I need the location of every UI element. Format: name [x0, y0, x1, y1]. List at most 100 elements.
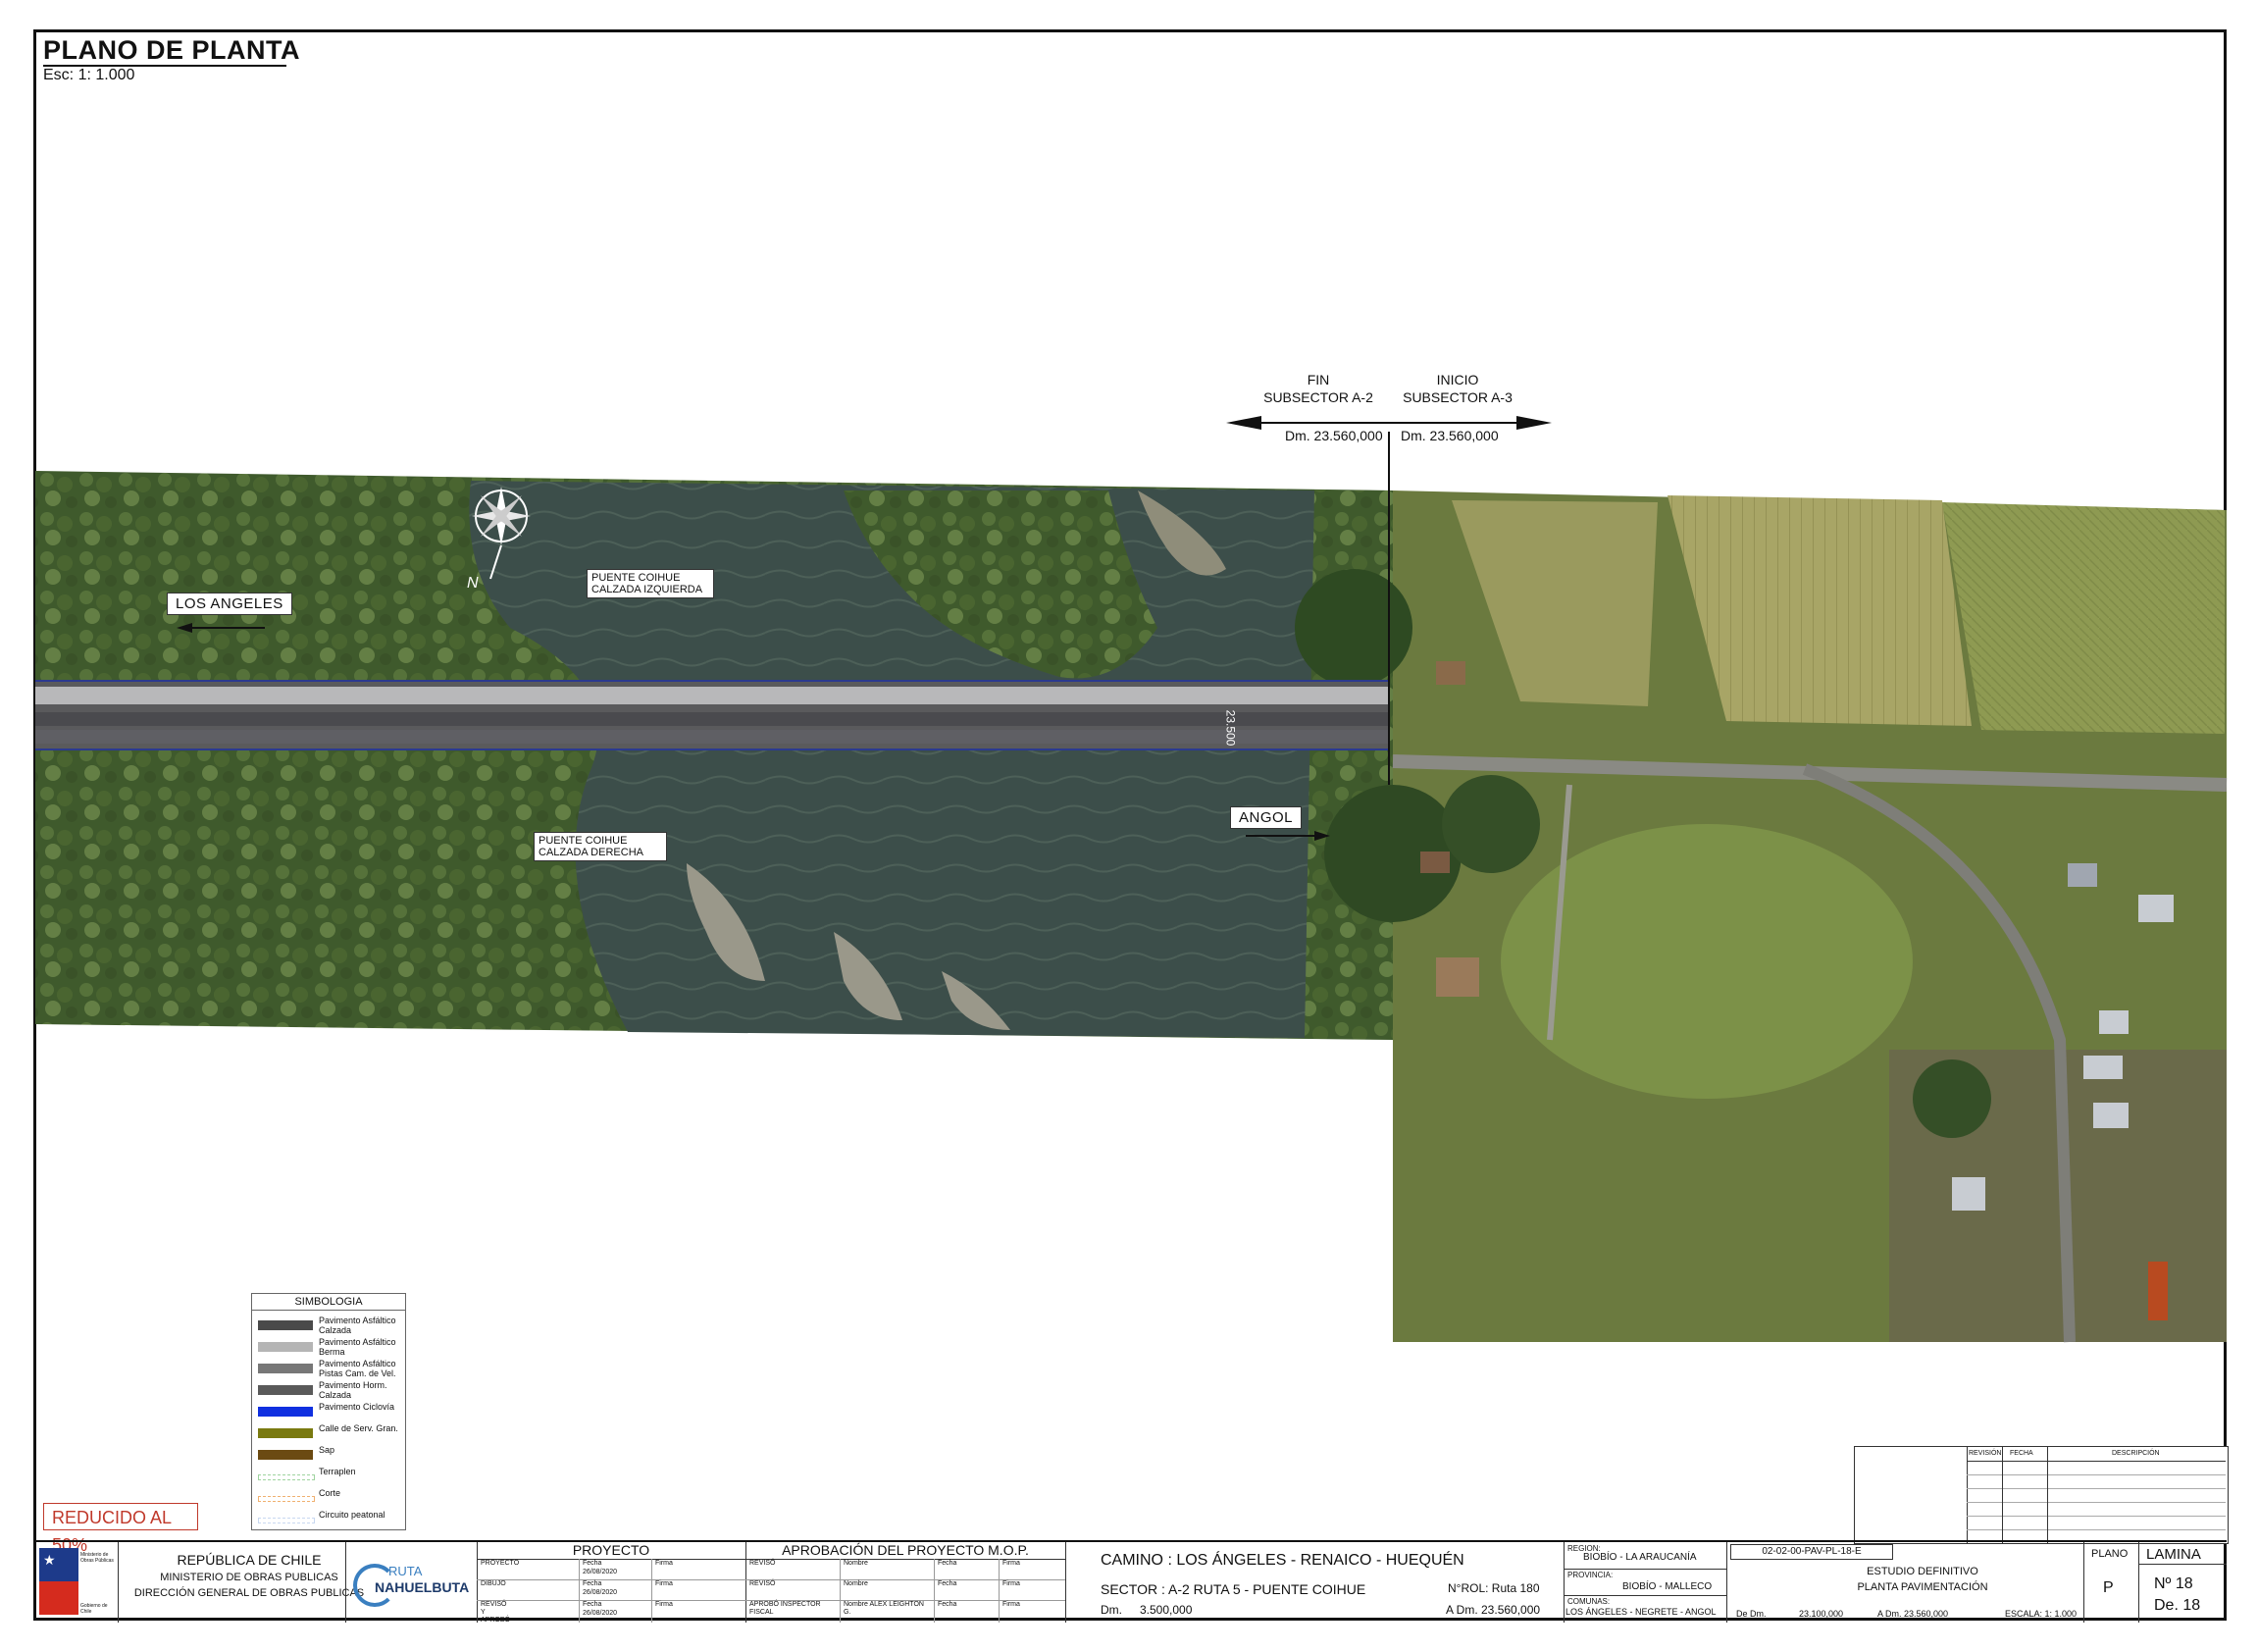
rev-col-revision: REVISIÓN	[1969, 1450, 2002, 1457]
legend-label: Pavimento Asfáltico Pistas Cam. de Vel.	[319, 1359, 396, 1378]
station-label: 23.500	[1223, 709, 1238, 747]
aprob-nombre: Nombre	[844, 1580, 868, 1587]
de-dm-value: 23.100,000	[1799, 1609, 1844, 1619]
comunas-value: LOS ÁNGELES - NEGRETE - ANGOL	[1565, 1607, 1717, 1617]
house	[1436, 957, 1479, 997]
proyecto-role: DIBUJO	[481, 1580, 506, 1587]
legend-item: Pavimento Asfáltico Berma	[258, 1337, 403, 1359]
aprob-role: REVISÓ	[749, 1560, 776, 1567]
proyecto-fecha: 26/08/2020	[583, 1569, 618, 1575]
rev-col-fecha: FECHA	[2010, 1450, 2033, 1457]
highway-lane	[35, 687, 1389, 704]
legend-item: Pavimento Asfáltico Pistas Cam. de Vel.	[258, 1359, 403, 1380]
inicio-marker: INICIO SUBSECTOR A-3	[1399, 371, 1516, 406]
highway-lane	[35, 730, 1389, 744]
provincia-value: BIOBÍO - MALLECO	[1622, 1581, 1713, 1592]
aprob-fecha: Fecha	[938, 1580, 957, 1587]
inicio-label: INICIO	[1436, 372, 1479, 387]
proyecto-header: PROYECTO	[572, 1542, 650, 1558]
sector-label: SECTOR : A-2 RUTA 5 - PUENTE COIHUE	[1101, 1581, 1366, 1597]
north-label: N	[467, 575, 479, 592]
legend-item: Pavimento Ciclovía	[258, 1402, 403, 1423]
legend: SIMBOLOGIA Pavimento Asfáltico Calzada Pa…	[251, 1293, 406, 1530]
inicio-subsector-label: SUBSECTOR A-3	[1403, 389, 1513, 405]
legend-title: SIMBOLOGIA	[252, 1294, 405, 1311]
house	[1436, 661, 1465, 685]
legend-swatch	[258, 1450, 313, 1460]
dm-right-label: Dm. 23.560,000	[1401, 428, 1499, 443]
aprob-firma: Firma	[1002, 1580, 1020, 1587]
legend-item: Circuito peatonal	[258, 1510, 403, 1531]
arrow-left-icon	[1226, 416, 1261, 430]
puente-derecha-label: PUENTE COIHUE CALZADA DERECHA	[534, 832, 667, 861]
lamina-total: De. 18	[2154, 1597, 2201, 1614]
org-line3: DIRECCIÓN GENERAL DE OBRAS PUBLICAS	[133, 1587, 365, 1599]
legend-swatch	[258, 1342, 313, 1352]
aprob-firma: Firma	[1002, 1601, 1020, 1608]
aprobacion-header: APROBACIÓN DEL PROYECTO M.O.P.	[782, 1542, 1029, 1558]
dm-value: 3.500,000	[1140, 1603, 1193, 1617]
angol-label: ANGOL	[1230, 806, 1303, 829]
proyecto-fecha: 26/08/2020	[583, 1589, 618, 1596]
proyecto-fecha: 26/08/2020	[583, 1610, 618, 1617]
fin-label: FIN	[1307, 372, 1330, 387]
reducido-label: REDUCIDO AL 50%	[43, 1503, 198, 1555]
fin-subsector-label: SUBSECTOR A-2	[1263, 389, 1373, 405]
legend-item: Terraplen	[258, 1467, 403, 1488]
legend-label: Corte	[319, 1488, 341, 1498]
house	[2138, 895, 2174, 922]
legend-item: Corte	[258, 1488, 403, 1510]
house	[1420, 852, 1450, 873]
proyecto-fecha-label: Fecha	[583, 1580, 602, 1587]
aprob-fecha: Fecha	[938, 1601, 957, 1608]
legend-swatch	[258, 1364, 313, 1373]
proyecto-firma: Firma	[655, 1601, 673, 1608]
highway-lane	[35, 712, 1389, 726]
aprob-nombre: Nombre	[844, 1560, 868, 1567]
arrow-right-icon	[1516, 416, 1552, 430]
house	[2099, 1010, 2129, 1034]
estudio-label: ESTUDIO DEFINITIVO	[1867, 1566, 1978, 1577]
legend-label: Pavimento Asfáltico Berma	[319, 1337, 396, 1357]
aprob-role: REVISÓ	[749, 1580, 776, 1587]
camino-label: CAMINO : LOS ÁNGELES - RENAICO - HUEQUÉN	[1101, 1552, 1464, 1569]
org-line1: REPÚBLICA DE CHILE	[177, 1552, 322, 1568]
title-block: ★ Ministerio de Obras Públicas Gobierno …	[33, 1540, 2227, 1624]
a-dm-label: A Dm. 23.560,000	[1446, 1603, 1541, 1617]
fin-marker: FIN SUBSECTOR A-2	[1259, 371, 1377, 406]
dm-left-label: Dm. 23.560,000	[1285, 428, 1383, 443]
rol-label: N°ROL: Ruta 180	[1448, 1581, 1540, 1595]
legend-label: Pavimento Asfáltico Calzada	[319, 1316, 396, 1335]
los-angeles-label: LOS ANGELES	[167, 593, 292, 615]
aprob-role: APROBÓ INSPECTOR FISCAL	[749, 1601, 821, 1616]
legend-label: Pavimento Ciclovía	[319, 1402, 395, 1412]
legend-label: Calle de Serv. Gran.	[319, 1423, 398, 1433]
escala-value: ESCALA: 1: 1.000	[2005, 1609, 2078, 1619]
org-line2: MINISTERIO DE OBRAS PUBLICAS	[160, 1572, 338, 1583]
legend-item: Sap	[258, 1445, 403, 1467]
aprob-nombre: Nombre ALEX LEIGHTON G.	[844, 1601, 924, 1616]
house	[2148, 1262, 2168, 1320]
brand-logo: RUTA NAHUELBUTA	[353, 1560, 471, 1607]
puente-izquierda-label: PUENTE COIHUE CALZADA IZQUIERDA	[587, 569, 714, 598]
legend-swatch	[258, 1496, 315, 1502]
crop-field	[1942, 502, 2225, 734]
legend-label: Circuito peatonal	[319, 1510, 385, 1520]
proyecto-firma: Firma	[655, 1580, 673, 1587]
plan-code: 02-02-00-PAV-PL-18-E	[1730, 1544, 1893, 1560]
legend-swatch	[258, 1407, 313, 1417]
proyecto-fecha-label: Fecha	[583, 1560, 602, 1567]
house	[1952, 1177, 1985, 1211]
legend-label: Terraplen	[319, 1467, 356, 1476]
aprob-fecha: Fecha	[938, 1560, 957, 1567]
rev-col-descripcion: DESCRIPCIÓN	[2112, 1450, 2160, 1457]
star-icon: ★	[43, 1552, 56, 1568]
lamina-number: Nº 18	[2154, 1575, 2193, 1592]
house	[2093, 1103, 2129, 1128]
house	[2068, 863, 2097, 887]
proyecto-fecha-label: Fecha	[583, 1601, 602, 1608]
a-dm2-value: A Dm. 23.560,000	[1877, 1609, 1949, 1619]
proyecto-firma: Firma	[655, 1560, 673, 1567]
legend-item: Pavimento Asfáltico Calzada	[258, 1316, 403, 1337]
revision-table: REVISIÓN FECHA DESCRIPCIÓN	[1854, 1446, 2229, 1544]
